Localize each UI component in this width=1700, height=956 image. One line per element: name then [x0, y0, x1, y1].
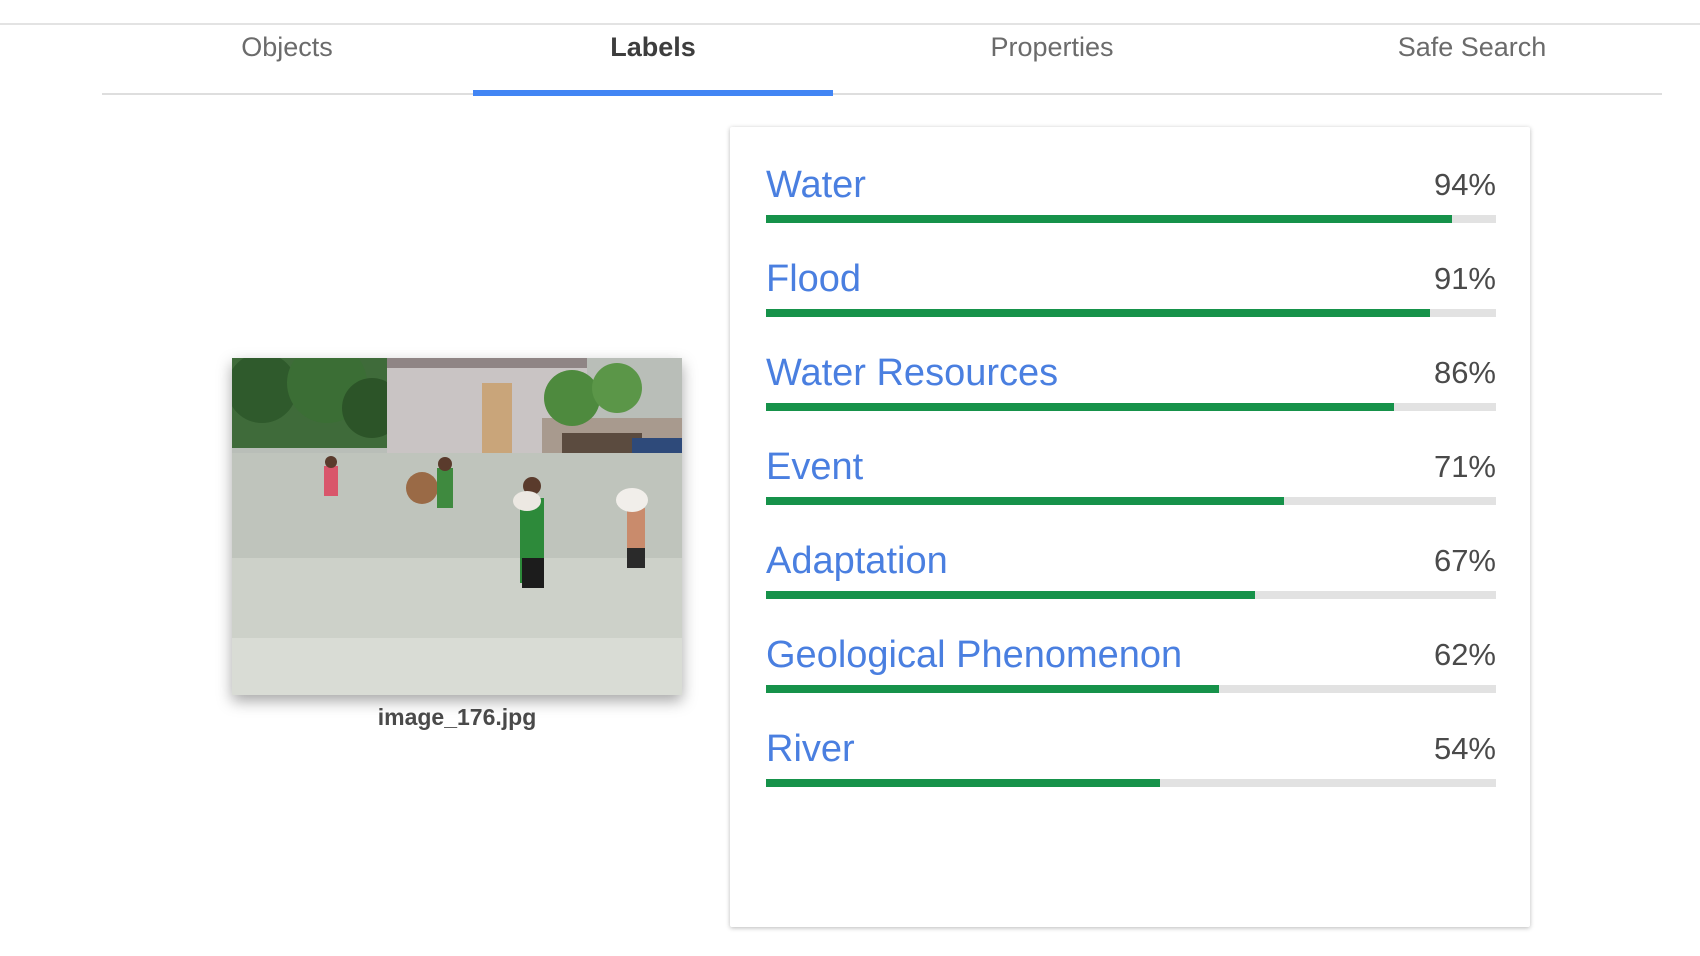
top-divider	[0, 23, 1700, 25]
label-row: Event 71%	[766, 446, 1496, 526]
label-row: Water Resources 86%	[766, 352, 1496, 432]
label-row: Adaptation 67%	[766, 540, 1496, 620]
confidence-bar-fill	[766, 403, 1394, 411]
label-score: 91%	[1433, 261, 1496, 296]
labels-card: Water 94% Flood 91% Water Resources 86% …	[730, 127, 1530, 927]
tab-labels-label: Labels	[610, 32, 696, 62]
label-score: 86%	[1433, 355, 1496, 390]
label-row: Water 94%	[766, 164, 1496, 244]
tab-safe-search-label: Safe Search	[1397, 32, 1547, 62]
confidence-bar-track	[766, 591, 1496, 599]
confidence-bar-track	[766, 685, 1496, 693]
confidence-bar-fill	[766, 309, 1431, 317]
tab-objects[interactable]: Objects	[102, 26, 472, 96]
tab-bar: Objects Labels Properties Safe Search	[102, 26, 1662, 96]
confidence-bar-track	[766, 215, 1496, 223]
label-score: 62%	[1433, 637, 1496, 672]
label-score: 67%	[1433, 543, 1496, 578]
confidence-bar-fill	[766, 215, 1453, 223]
tab-properties[interactable]: Properties	[862, 26, 1242, 96]
confidence-bar-fill	[766, 779, 1161, 787]
label-name[interactable]: River	[766, 728, 855, 771]
label-row: Flood 91%	[766, 258, 1496, 338]
confidence-bar-fill	[766, 497, 1285, 505]
confidence-bar-track	[766, 309, 1496, 317]
label-row: River 54%	[766, 728, 1496, 808]
label-name[interactable]: Adaptation	[766, 540, 948, 583]
label-row: Geological Phenomenon 62%	[766, 634, 1496, 714]
tab-objects-label: Objects	[241, 32, 333, 62]
confidence-bar-track	[766, 497, 1496, 505]
label-name[interactable]: Water Resources	[766, 352, 1058, 395]
confidence-bar-fill	[766, 591, 1256, 599]
tab-safe-search[interactable]: Safe Search	[1282, 26, 1662, 96]
confidence-bar-fill	[766, 685, 1219, 693]
label-name[interactable]: Event	[766, 446, 863, 489]
image-thumbnail	[232, 358, 682, 695]
flood-scene-image	[232, 358, 682, 695]
confidence-bar-track	[766, 403, 1496, 411]
image-filename: image_176.jpg	[377, 704, 537, 730]
label-name[interactable]: Flood	[766, 258, 861, 301]
tab-labels[interactable]: Labels	[473, 26, 833, 96]
label-name[interactable]: Geological Phenomenon	[766, 634, 1182, 677]
label-score: 54%	[1433, 731, 1496, 766]
label-name[interactable]: Water	[766, 164, 866, 207]
label-score: 71%	[1433, 449, 1496, 484]
confidence-bar-track	[766, 779, 1496, 787]
label-score: 94%	[1433, 167, 1496, 202]
tab-active-indicator	[473, 90, 833, 96]
tab-properties-label: Properties	[990, 32, 1114, 62]
